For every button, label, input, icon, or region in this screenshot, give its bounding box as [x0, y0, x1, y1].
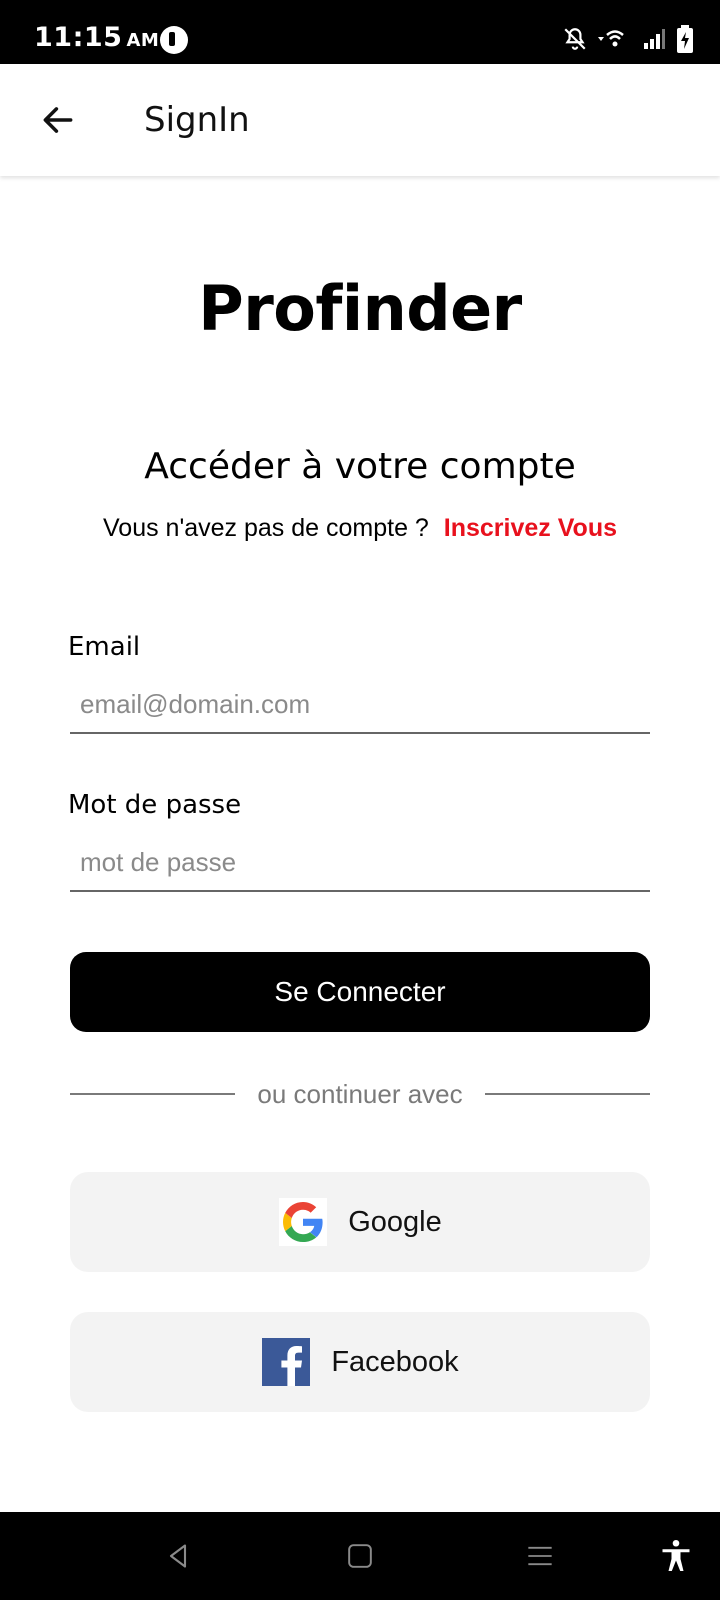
back-triangle-icon — [169, 1544, 187, 1568]
signup-prompt: Vous n'avez pas de compte ? — [103, 514, 429, 542]
nav-accessibility-button[interactable] — [654, 1534, 698, 1578]
wifi-icon — [598, 26, 632, 52]
facebook-button-label: Facebook — [331, 1345, 459, 1378]
status-ampm: AM — [126, 30, 160, 51]
google-icon — [278, 1197, 328, 1247]
bell-off-icon — [562, 26, 588, 52]
signal-icon — [642, 27, 666, 51]
nav-home-button[interactable] — [338, 1534, 382, 1578]
email-label: Email — [68, 632, 141, 662]
arrow-left-icon — [43, 107, 73, 133]
system-nav-bar — [0, 1512, 720, 1600]
email-field[interactable] — [70, 676, 650, 734]
divider: ou continuer avec — [70, 1074, 650, 1114]
divider-text: ou continuer avec — [257, 1078, 463, 1109]
recents-menu-icon — [528, 1546, 552, 1566]
home-square-icon — [348, 1544, 372, 1568]
accessibility-icon — [662, 1539, 690, 1571]
back-button[interactable] — [28, 90, 88, 150]
app-bar-title: SignIn — [144, 100, 250, 140]
password-label: Mot de passe — [68, 790, 242, 820]
facebook-icon — [261, 1337, 311, 1387]
password-field[interactable] — [70, 834, 650, 892]
google-signin-button[interactable]: Google — [70, 1172, 650, 1272]
status-icons — [562, 24, 694, 54]
status-time: 11:15 AM — [34, 22, 159, 53]
status-bar: 11:15 AM — [0, 0, 720, 64]
signup-link[interactable]: Inscrivez Vous — [444, 514, 617, 542]
connect-button[interactable]: Se Connecter — [70, 952, 650, 1032]
signup-row: Vous n'avez pas de compte ? Inscrivez Vo… — [0, 514, 720, 543]
page-heading: Accéder à votre compte — [144, 446, 576, 487]
brand-logo-text: Profinder — [198, 272, 522, 345]
battery-charging-icon — [676, 25, 694, 53]
divider-line-right — [484, 1093, 650, 1095]
status-time-value: 11:15 — [34, 22, 123, 53]
app-notification-icon — [160, 26, 188, 54]
facebook-signin-button[interactable]: Facebook — [70, 1312, 650, 1412]
google-button-label: Google — [348, 1205, 442, 1238]
nav-back-button[interactable] — [156, 1534, 200, 1578]
divider-line-left — [70, 1093, 236, 1095]
app-bar: SignIn — [0, 64, 720, 176]
nav-recents-button[interactable] — [518, 1534, 562, 1578]
